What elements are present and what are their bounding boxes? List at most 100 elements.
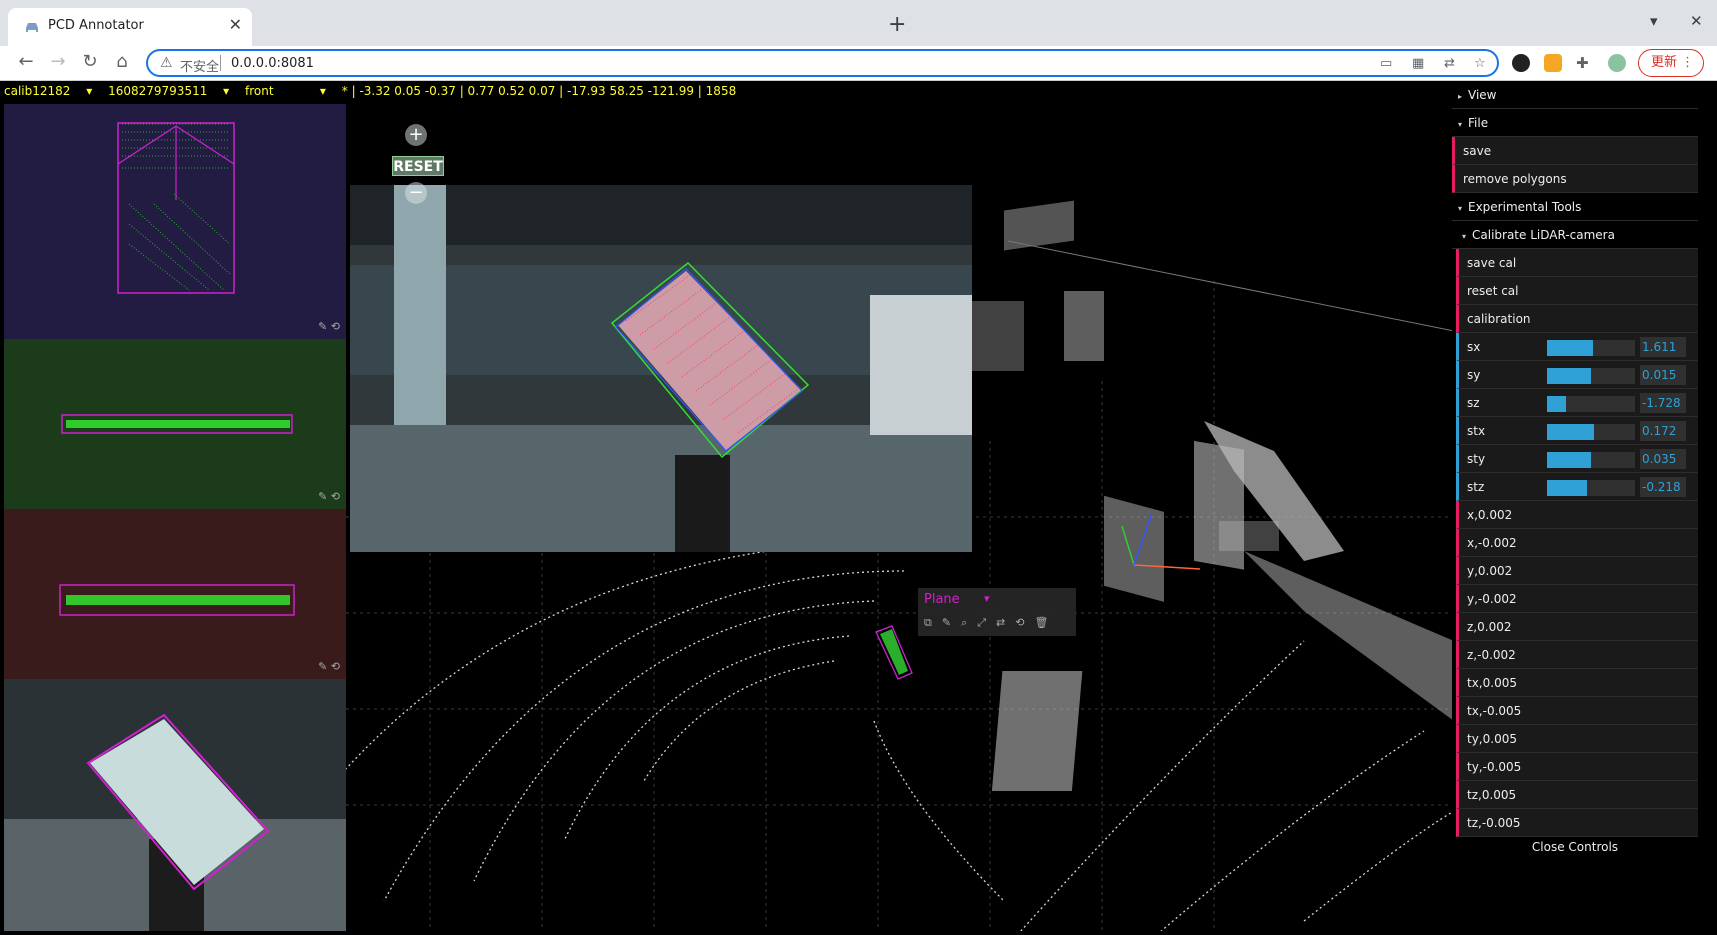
side-view-canvas bbox=[61, 414, 293, 434]
new-tab-button[interactable]: + bbox=[888, 12, 906, 37]
view-tool-icons[interactable]: ✎ ⟲ bbox=[318, 660, 340, 673]
folder-view[interactable]: ▸ View bbox=[1452, 81, 1698, 109]
remove-polygons-button[interactable]: remove polygons bbox=[1452, 165, 1698, 193]
cast-icon[interactable]: ▭ bbox=[1380, 56, 1392, 71]
folder-label: View bbox=[1468, 88, 1497, 102]
separator bbox=[220, 55, 221, 71]
scene-select[interactable]: calib12182 ▾ bbox=[4, 84, 92, 98]
top-view-panel[interactable]: ✎ ⟲ bbox=[4, 104, 346, 339]
forward-icon[interactable]: → bbox=[46, 50, 70, 74]
slider-fill bbox=[1547, 480, 1587, 496]
step-button[interactable]: tz,0.005 bbox=[1456, 781, 1698, 809]
slider-fill bbox=[1547, 452, 1591, 468]
rear-view-canvas bbox=[59, 584, 295, 616]
step-button[interactable]: ty,0.005 bbox=[1456, 725, 1698, 753]
slider-value-input[interactable]: 0.035 bbox=[1640, 449, 1686, 469]
status-info: * | -3.32 0.05 -0.37 | 0.77 0.52 0.07 | … bbox=[341, 84, 737, 98]
slider-value-input[interactable]: 1.611 bbox=[1640, 337, 1686, 357]
tab-close-icon[interactable]: ✕ bbox=[229, 15, 242, 34]
folder-label: Calibrate LiDAR-camera bbox=[1472, 228, 1615, 242]
update-label: 更新 bbox=[1651, 55, 1678, 70]
slider-value-input[interactable]: 0.015 bbox=[1640, 365, 1686, 385]
chevron-down-icon[interactable]: ▾ bbox=[984, 592, 990, 605]
close-controls-button[interactable]: Close Controls bbox=[1452, 837, 1698, 857]
step-button[interactable]: x,0.002 bbox=[1456, 501, 1698, 529]
slider-label: sx bbox=[1467, 340, 1481, 354]
translate-icon[interactable]: ⇄ bbox=[1444, 56, 1455, 71]
folder-calibrate[interactable]: ▾ Calibrate LiDAR-camera bbox=[1452, 221, 1698, 249]
update-button[interactable]: 更新 ⋮ bbox=[1638, 49, 1704, 77]
slider-track[interactable] bbox=[1547, 340, 1635, 356]
avatar[interactable] bbox=[1608, 54, 1626, 72]
camera-select[interactable]: front ▾ bbox=[245, 84, 326, 98]
object-tool-icons[interactable]: ⧉✎⌕⤢⇄⟲🗑 bbox=[924, 616, 1058, 630]
zoom-out-button[interactable]: − bbox=[405, 182, 427, 204]
camera-label: front bbox=[245, 84, 274, 98]
reload-icon[interactable]: ↻ bbox=[78, 50, 102, 74]
slider-stz[interactable]: stz -0.218 bbox=[1456, 473, 1698, 501]
slider-track[interactable] bbox=[1547, 368, 1635, 384]
step-button[interactable]: x,-0.002 bbox=[1456, 529, 1698, 557]
slider-track[interactable] bbox=[1547, 452, 1635, 468]
view-tool-icons[interactable]: ✎ ⟲ bbox=[318, 490, 340, 503]
object-type-select[interactable]: Plane bbox=[924, 592, 960, 607]
step-button[interactable]: tz,-0.005 bbox=[1456, 809, 1698, 837]
save-button[interactable]: save bbox=[1452, 137, 1698, 165]
reset-cal-button[interactable]: reset cal bbox=[1456, 277, 1698, 305]
back-icon[interactable]: ← bbox=[14, 50, 38, 74]
frame-label: 1608279793511 bbox=[108, 84, 208, 98]
folder-experimental[interactable]: ▾ Experimental Tools bbox=[1452, 193, 1698, 221]
slider-track[interactable] bbox=[1547, 424, 1635, 440]
browser-toolbar: ← → ↻ ⌂ ⚠ 不安全 0.0.0.0:8081 ▭ ▦ ⇄ ☆ ✚ 更新 … bbox=[0, 46, 1717, 81]
slider-stx[interactable]: stx 0.172 bbox=[1456, 417, 1698, 445]
window-close-icon[interactable]: ✕ bbox=[1690, 12, 1703, 30]
rear-view-panel[interactable]: ✎ ⟲ bbox=[4, 509, 346, 679]
slider-label: stx bbox=[1467, 424, 1486, 438]
slider-fill bbox=[1547, 424, 1594, 440]
caret-down-icon: ▾ bbox=[1462, 232, 1467, 241]
qr-icon[interactable]: ▦ bbox=[1412, 56, 1424, 71]
browser-tab[interactable]: PCD Annotator ✕ bbox=[8, 8, 252, 46]
slider-fill bbox=[1547, 368, 1591, 384]
caret-right-icon: ▸ bbox=[1458, 92, 1463, 101]
calibration-button[interactable]: calibration bbox=[1456, 305, 1698, 333]
reset-button[interactable]: RESET bbox=[392, 156, 444, 176]
folder-file[interactable]: ▾ File bbox=[1452, 109, 1698, 137]
warning-icon[interactable]: ⚠ bbox=[160, 55, 173, 71]
tab-title: PCD Annotator bbox=[48, 18, 144, 33]
step-button[interactable]: ty,-0.005 bbox=[1456, 753, 1698, 781]
selected-plane-box[interactable] bbox=[875, 625, 913, 680]
step-button[interactable]: z,-0.002 bbox=[1456, 641, 1698, 669]
slider-track[interactable] bbox=[1547, 480, 1635, 496]
step-button[interactable]: z,0.002 bbox=[1456, 613, 1698, 641]
slider-value-input[interactable]: -1.728 bbox=[1640, 393, 1686, 413]
step-button[interactable]: tx,0.005 bbox=[1456, 669, 1698, 697]
puzzle-icon[interactable]: ✚ bbox=[1576, 54, 1594, 72]
camera-thumbnail-panel[interactable] bbox=[4, 679, 346, 931]
slider-track[interactable] bbox=[1547, 396, 1635, 412]
extension-icon[interactable] bbox=[1512, 54, 1530, 72]
slider-sz[interactable]: sz -1.728 bbox=[1456, 389, 1698, 417]
side-view-panel[interactable]: ✎ ⟲ bbox=[4, 339, 346, 509]
bookmark-star-icon[interactable]: ☆ bbox=[1474, 56, 1486, 71]
extension-icon[interactable] bbox=[1544, 54, 1562, 72]
slider-value-input[interactable]: -0.218 bbox=[1640, 477, 1686, 497]
address-bar[interactable]: ⚠ 不安全 0.0.0.0:8081 ▭ ▦ ⇄ ☆ bbox=[146, 49, 1499, 77]
url-text[interactable]: 0.0.0.0:8081 bbox=[231, 56, 314, 71]
status-bar: calib12182 ▾ 1608279793511 ▾ front ▾ * |… bbox=[4, 84, 748, 100]
tab-search-icon[interactable]: ▾ bbox=[1650, 12, 1658, 30]
home-icon[interactable]: ⌂ bbox=[110, 50, 134, 74]
frame-select[interactable]: 1608279793511 ▾ bbox=[108, 84, 229, 98]
slider-sty[interactable]: sty 0.035 bbox=[1456, 445, 1698, 473]
view-tool-icons[interactable]: ✎ ⟲ bbox=[318, 320, 340, 333]
slider-sy[interactable]: sy 0.015 bbox=[1456, 361, 1698, 389]
tab-strip: PCD Annotator ✕ + ▾ ✕ bbox=[0, 0, 1717, 46]
save-cal-button[interactable]: save cal bbox=[1456, 249, 1698, 277]
slider-value-input[interactable]: 0.172 bbox=[1640, 421, 1686, 441]
security-label[interactable]: 不安全 bbox=[180, 56, 219, 75]
step-button[interactable]: y,-0.002 bbox=[1456, 585, 1698, 613]
zoom-in-button[interactable]: + bbox=[405, 124, 427, 146]
step-button[interactable]: tx,-0.005 bbox=[1456, 697, 1698, 725]
slider-sx[interactable]: sx 1.611 bbox=[1456, 333, 1698, 361]
step-button[interactable]: y,0.002 bbox=[1456, 557, 1698, 585]
